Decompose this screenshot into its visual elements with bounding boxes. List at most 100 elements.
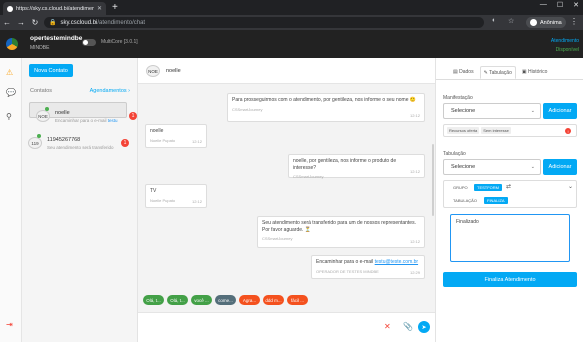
minimize-icon[interactable]: — [540,1,547,9]
version-label: MultiCore [3.0.1] [101,39,138,45]
message-text: Encaminhar para o e-mail testu@teste.com… [316,259,420,266]
message-text: noelle, por gentileza, nos informe o pro… [293,158,397,171]
attach-icon[interactable]: 📎 [403,322,413,331]
tabulation-select-value: Selecione [451,164,476,170]
online-dot [37,134,41,138]
warning-icon[interactable]: ⚠ [6,68,13,77]
manifest-tags: Recursos oferta Sem interesse ! [443,124,577,137]
message-text: Seu atendimento será transferido para um… [262,220,416,233]
cancel-icon[interactable]: ✕ [384,322,391,331]
availability-toggle[interactable] [82,39,96,46]
manifest-select[interactable]: Selecione ⌄ [443,103,541,119]
message-time: 12:29 [409,270,420,275]
url-path: /atendimento/chat [97,19,146,26]
message-time: 12:12 [191,199,202,204]
forward-icon[interactable]: → [14,18,28,27]
contact-name: noelle [55,110,70,116]
swap-icon[interactable]: ⇄ [506,183,511,190]
message-link[interactable]: testu@teste.com.br [375,259,418,265]
send-button[interactable]: ➤ [418,321,430,333]
status-block[interactable]: Atendimento Disponível [551,37,579,55]
contact-item[interactable]: 119 11945267768 Seu atendimento será tra… [22,130,138,158]
add-tabulation-button[interactable]: Adicionar [543,159,577,175]
profile-name: Anônima [540,19,562,26]
browser-toolbar: ← → ↻ 🔒 sky.cscloud.bi/atendimento/chat … [0,15,583,30]
chevron-down-icon[interactable]: ⌄ [568,183,573,190]
tab-tabulacao[interactable]: ✎ Tabulação [479,66,516,79]
logout-icon[interactable]: ⇥ [6,320,13,329]
quick-reply-chip[interactable]: fácil ... [287,295,308,305]
tabulation-label: Tabulação [443,151,466,157]
tabulation-select[interactable]: Selecione ⌄ [443,159,541,175]
manifest-label: Manifestação [443,95,473,101]
close-tab-icon[interactable]: ✕ [97,5,102,12]
menu-icon[interactable]: ⋮ [570,17,578,26]
chat-avatar: NOE [146,65,160,77]
close-window-icon[interactable]: ✕ [573,1,579,9]
schedule-link[interactable]: Agendamentos › [90,88,130,94]
bookmark-icon[interactable]: ☆ [508,17,514,25]
chat-messages[interactable]: Para prosseguirmos com o atendimento, po… [138,84,435,312]
contacts-panel: Nova Contato Contatos Agendamentos › NOE… [22,58,138,342]
search-icon[interactable]: ⚲ [6,112,12,121]
message-text: Para prosseguirmos com o atendimento, po… [232,97,417,103]
window-controls: — ☐ ✕ [540,1,579,9]
panel-tabs: ▤ Dados ✎ Tabulação ▣ Histórico [436,66,583,80]
incognito-icon: ◐ [492,17,497,24]
reload-icon[interactable]: ↻ [28,18,42,27]
contact-item[interactable]: NOE noelle Encaminhar para o e-mail test… [29,102,137,123]
tab-label: TABULAÇÃO [453,198,477,203]
contact-avatar: NOE [36,110,50,122]
quick-reply-chip[interactable]: Olá, t... [143,295,164,305]
new-tab-icon[interactable]: + [112,1,118,14]
new-contact-button[interactable]: Nova Contato [29,64,73,77]
left-rail: ⚠ 💬 ⚲ ⇥ [0,58,22,342]
chat-header: NOE noelle [138,58,435,84]
browser-tab-title: https://sky.cs.cloud.bi/atendimento [16,5,94,12]
manifest-select-value: Selecione [451,108,476,114]
maximize-icon[interactable]: ☐ [557,1,563,9]
message-text: TV [150,188,157,194]
last-message-link: testu [107,118,118,123]
add-manifest-button[interactable]: Adicionar [543,103,577,119]
address-bar[interactable]: 🔒 sky.cscloud.bi/atendimento/chat [44,17,484,28]
message-input[interactable]: ✕ 📎 ➤ [138,312,435,342]
chat-contact-name: noelle [166,68,181,74]
tab-dados[interactable]: ▤ Dados [450,66,477,79]
manifest-tag[interactable]: Recursos oferta [447,127,480,134]
manifest-tag[interactable]: Sem interesse [481,127,511,134]
message-text-main: Encaminhar para o e-mail [316,259,374,265]
contact-last-message: Encaminhar para o e-mail testu [55,118,127,123]
message-time: 12:12 [409,239,420,244]
quick-reply-chip[interactable]: Olá, t... [167,295,188,305]
notes-textarea[interactable]: Finalizado [450,214,570,262]
chat-icon[interactable]: 💬 [6,88,16,97]
details-panel: ▤ Dados ✎ Tabulação ▣ Histórico Manifest… [435,58,583,342]
message-bubble: Para prosseguirmos com o atendimento, po… [227,93,425,122]
profile-chip[interactable]: Anônima [526,17,566,28]
chevron-down-icon: ⌄ [530,164,535,170]
quick-reply-chip[interactable]: come... [215,295,236,305]
app-header: opertestemindbe MINDBE MultiCore [3.0.1]… [0,30,583,58]
alert-icon: ! [565,128,571,134]
status-atendimento: Atendimento [550,38,579,44]
user-company: MINDBE [30,45,50,51]
quick-reply-chip[interactable]: ddd m... [263,295,284,305]
tab-tabulacao-label: Tabulação [489,70,512,76]
quick-reply-chip[interactable]: Agra... [239,295,260,305]
tab-historico[interactable]: ▣ Histórico [519,66,551,79]
message-text: noelle [150,128,164,134]
chevron-down-icon: ⌄ [530,108,535,114]
finish-button[interactable]: Finaliza Atendimento [443,272,577,287]
tabulation-entry: GRUPO TESTFORM ⇄ ⌄ TABULAÇÃO FINALIZA [443,180,577,208]
message-bubble: Seu atendimento será transferido para um… [257,216,425,248]
last-message-text: Encaminhar para o e-mail [55,118,107,123]
browser-tab[interactable]: https://sky.cs.cloud.bi/atendimento ✕ [3,2,106,15]
unread-badge: 1 [129,112,137,120]
message-time: 12:12 [409,169,420,174]
tab-value: FINALIZA [484,197,508,204]
contacts-title: Contatos [30,88,53,94]
quick-reply-chip[interactable]: você ... [191,295,212,305]
back-icon[interactable]: ← [0,18,14,27]
chat-scrollbar[interactable] [432,144,434,216]
